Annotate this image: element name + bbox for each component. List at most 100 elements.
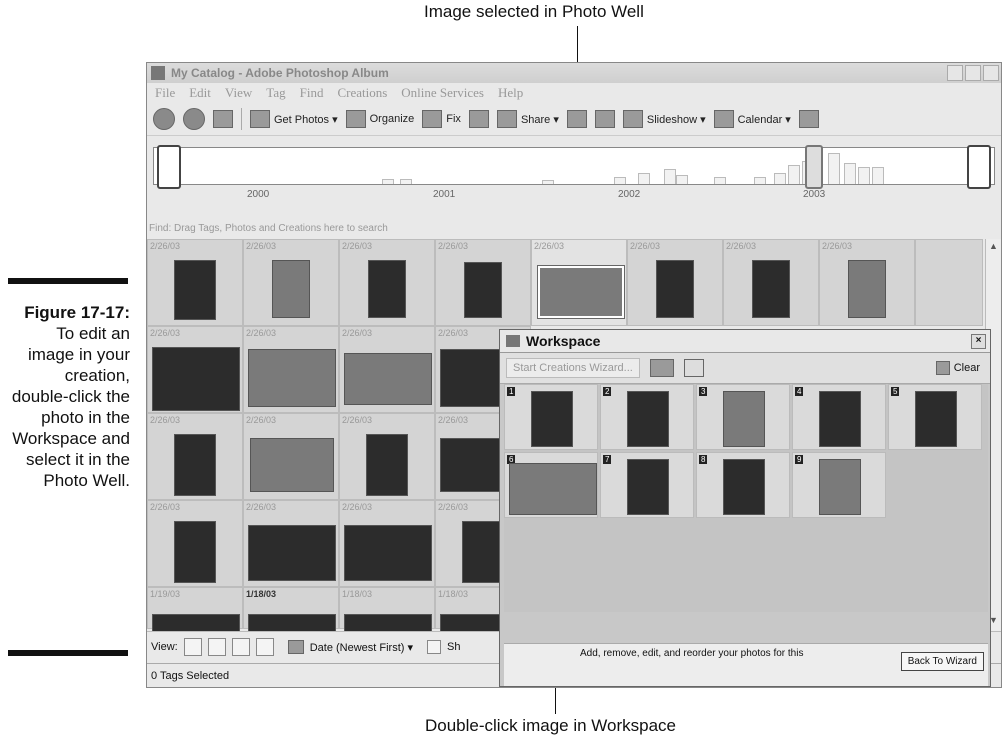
- workspace-thumbnail[interactable]: [627, 391, 669, 447]
- photo-thumbnail[interactable]: [248, 614, 336, 632]
- workspace-thumbnail[interactable]: [819, 391, 861, 447]
- photo-thumbnail[interactable]: [752, 260, 790, 318]
- photo-cell[interactable]: 2/26/03: [243, 500, 339, 587]
- photo-cell[interactable]: 2/26/03: [339, 500, 435, 587]
- workspace-thumbnail[interactable]: [723, 459, 765, 515]
- compare-icon[interactable]: [468, 110, 489, 128]
- home-icon[interactable]: [213, 110, 233, 128]
- sort-dropdown[interactable]: Date (Newest First) ▾: [310, 641, 413, 654]
- show-checkbox[interactable]: [427, 640, 442, 654]
- workspace-item[interactable]: 4: [792, 384, 886, 450]
- start-creations-wizard-button[interactable]: Start Creations Wizard...: [506, 358, 640, 378]
- photo-thumbnail[interactable]: [440, 614, 502, 632]
- photo-thumbnail[interactable]: [344, 614, 432, 632]
- clear-button[interactable]: Clear: [935, 361, 980, 375]
- workspace-item[interactable]: 2: [600, 384, 694, 450]
- workspace-item-double-clicked[interactable]: 6: [504, 452, 598, 518]
- photo-thumbnail[interactable]: [462, 521, 504, 583]
- menu-edit[interactable]: Edit: [189, 85, 211, 101]
- calendar-button[interactable]: Calendar ▾: [713, 110, 791, 128]
- photo-thumbnail[interactable]: [152, 614, 240, 632]
- photo-thumbnail[interactable]: [248, 349, 336, 407]
- find-bar[interactable]: Find: Drag Tags, Photos and Creations he…: [147, 223, 1001, 239]
- menu-creations[interactable]: Creations: [337, 85, 387, 101]
- photo-thumbnail[interactable]: [272, 260, 310, 318]
- menu-file[interactable]: File: [155, 85, 175, 101]
- menu-find[interactable]: Find: [300, 85, 324, 101]
- photo-thumbnail[interactable]: [368, 260, 406, 318]
- photo-cell[interactable]: 2/26/03: [339, 413, 435, 500]
- workspace-item[interactable]: 1: [504, 384, 598, 450]
- workspace-thumbnail[interactable]: [723, 391, 765, 447]
- workspace-item[interactable]: 9: [792, 452, 886, 518]
- add-photos-icon[interactable]: [649, 359, 674, 377]
- workspace-item[interactable]: 5: [888, 384, 982, 450]
- order-prints-icon[interactable]: [566, 110, 587, 128]
- workspace-thumbnail[interactable]: [627, 459, 669, 515]
- photo-cell[interactable]: 1/19/03: [147, 587, 243, 632]
- photo-cell[interactable]: 2/26/03: [147, 500, 243, 587]
- workspace-close-icon[interactable]: ×: [971, 333, 986, 349]
- workspace-item[interactable]: 7: [600, 452, 694, 518]
- workspace-toggle-icon[interactable]: [798, 110, 819, 128]
- menu-view[interactable]: View: [225, 85, 252, 101]
- timeline-track[interactable]: [153, 147, 995, 185]
- photo-thumbnail[interactable]: [174, 434, 216, 496]
- timeline[interactable]: 2000 2001 2002 2003: [153, 141, 995, 211]
- print-icon[interactable]: [594, 110, 615, 128]
- photo-thumbnail[interactable]: [366, 434, 408, 496]
- scroll-up-icon[interactable]: ▲: [989, 241, 998, 251]
- workspace-thumbnail[interactable]: [915, 391, 957, 447]
- photo-thumbnail[interactable]: [848, 260, 886, 318]
- large-thumbnails-icon[interactable]: [231, 638, 250, 656]
- photo-thumbnail[interactable]: [344, 525, 432, 581]
- workspace-item[interactable]: 8: [696, 452, 790, 518]
- photo-thumbnail[interactable]: [248, 525, 336, 581]
- photo-cell[interactable]: 2/26/03: [627, 239, 723, 326]
- photo-cell[interactable]: 2/26/03: [819, 239, 915, 326]
- photo-cell[interactable]: 2/26/03: [339, 239, 435, 326]
- photo-cell[interactable]: 2/26/03: [243, 239, 339, 326]
- photo-thumbnail[interactable]: [440, 438, 502, 492]
- back-icon[interactable]: [153, 108, 175, 130]
- timeline-marker[interactable]: [805, 145, 823, 189]
- menu-tag[interactable]: Tag: [266, 85, 285, 101]
- organize-button[interactable]: Organize: [345, 110, 414, 128]
- photo-thumbnail[interactable]: [250, 438, 334, 492]
- photo-cell[interactable]: 2/26/03: [723, 239, 819, 326]
- workspace-thumbnail[interactable]: [819, 459, 861, 515]
- photo-cell[interactable]: 1/18/03: [339, 587, 435, 632]
- medium-thumbnails-icon[interactable]: [207, 638, 226, 656]
- photo-cell[interactable]: 2/26/03: [339, 326, 435, 413]
- fix-button[interactable]: Fix: [422, 110, 461, 128]
- maximize-icon[interactable]: [965, 65, 981, 81]
- menu-online-services[interactable]: Online Services: [401, 85, 484, 101]
- photo-thumbnail[interactable]: [174, 260, 216, 320]
- single-photo-icon[interactable]: [255, 638, 274, 656]
- workspace-item[interactable]: 3: [696, 384, 790, 450]
- photo-cell[interactable]: 2/26/03: [435, 239, 531, 326]
- photo-cell[interactable]: 1/18/03: [243, 587, 339, 632]
- get-photos-button[interactable]: Get Photos ▾: [250, 110, 338, 128]
- photo-cell[interactable]: 2/26/03: [147, 413, 243, 500]
- slideshow-button[interactable]: Slideshow ▾: [622, 110, 706, 128]
- photo-cell[interactable]: 2/26/03: [147, 326, 243, 413]
- photo-thumbnail[interactable]: [656, 260, 694, 318]
- photo-cell[interactable]: 2/26/03: [147, 239, 243, 326]
- minimize-icon[interactable]: [947, 65, 963, 81]
- workspace-thumbnail[interactable]: [509, 463, 597, 515]
- photo-thumbnail[interactable]: [174, 521, 216, 583]
- menu-help[interactable]: Help: [498, 85, 523, 101]
- photo-thumbnail[interactable]: [464, 262, 502, 318]
- share-button[interactable]: Share ▾: [496, 110, 559, 128]
- photo-thumbnail[interactable]: [152, 347, 240, 411]
- photo-cell-selected[interactable]: 2/26/03: [531, 239, 627, 326]
- small-thumbnails-icon[interactable]: [183, 638, 202, 656]
- timeline-start-handle[interactable]: [157, 145, 181, 189]
- timeline-end-handle[interactable]: [967, 145, 991, 189]
- forward-icon[interactable]: [183, 108, 205, 130]
- photo-thumbnail[interactable]: [440, 349, 502, 407]
- photo-thumbnail[interactable]: [344, 353, 432, 405]
- workspace-thumbnail[interactable]: [531, 391, 573, 447]
- photo-cell[interactable]: 2/26/03: [243, 413, 339, 500]
